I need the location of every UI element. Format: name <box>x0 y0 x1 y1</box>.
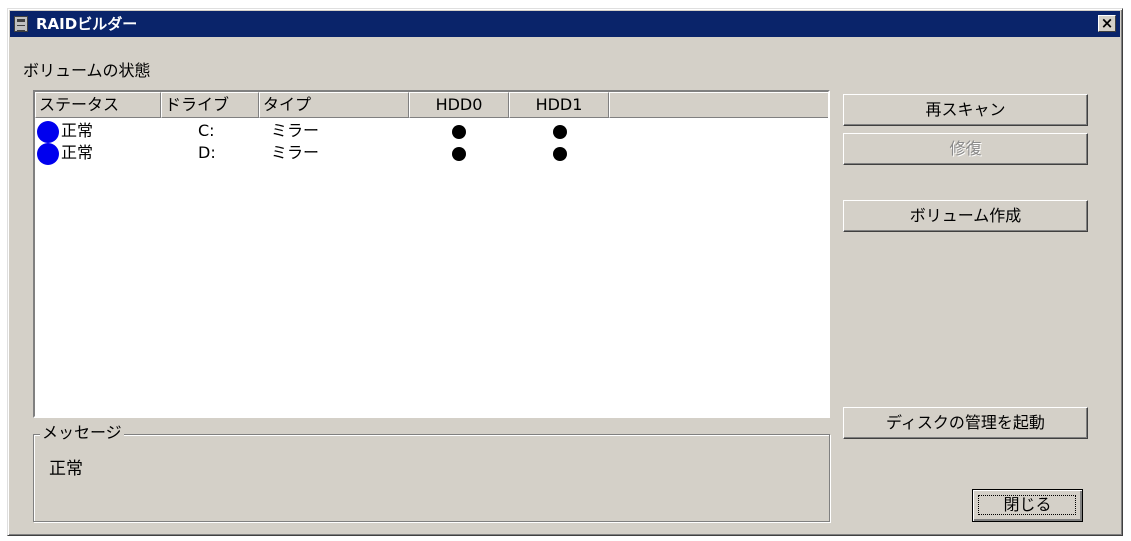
close-button-label: 閉じる <box>1003 495 1052 514</box>
launch-disk-management-button[interactable]: ディスクの管理を起動 <box>843 407 1088 439</box>
raid-builder-window: RAIDビルダー × ボリュームの状態 ステータス ドライブ タイプ HDD0 … <box>7 8 1123 536</box>
type-cell: ミラー <box>271 143 320 162</box>
close-button[interactable]: 閉じる <box>972 489 1083 522</box>
volume-list[interactable]: ステータス ドライブ タイプ HDD0 HDD1 正常 C: ミラー 正常 D:… <box>33 90 830 418</box>
status-normal-icon <box>37 121 59 143</box>
hdd1-present-icon <box>553 147 567 161</box>
repair-button[interactable]: 修復 <box>843 133 1088 165</box>
message-label: メッセージ <box>40 423 124 443</box>
create-volume-button[interactable]: ボリューム作成 <box>843 200 1088 232</box>
message-text: 正常 <box>49 459 83 479</box>
title-bar[interactable]: RAIDビルダー × <box>10 11 1120 37</box>
table-row[interactable]: 正常 D: ミラー <box>35 142 828 165</box>
column-header-filler <box>609 92 828 118</box>
message-groupbox: メッセージ 正常 <box>33 423 830 522</box>
type-cell: ミラー <box>271 121 320 140</box>
volume-status-label: ボリュームの状態 <box>23 61 151 80</box>
app-icon <box>14 16 28 32</box>
column-header-drive[interactable]: ドライブ <box>161 92 259 118</box>
status-cell: 正常 <box>61 143 94 162</box>
status-normal-icon <box>37 143 59 165</box>
column-header-hdd0[interactable]: HDD0 <box>409 92 509 118</box>
close-icon[interactable]: × <box>1098 15 1116 32</box>
column-header-status[interactable]: ステータス <box>35 92 161 118</box>
hdd0-present-icon <box>452 147 466 161</box>
hdd0-present-icon <box>452 125 466 139</box>
column-header-hdd1[interactable]: HDD1 <box>509 92 609 118</box>
list-header: ステータス ドライブ タイプ HDD0 HDD1 <box>35 92 828 118</box>
window-title: RAIDビルダー <box>36 15 138 33</box>
drive-cell: C: <box>198 121 215 140</box>
drive-cell: D: <box>198 143 216 162</box>
column-header-type[interactable]: タイプ <box>259 92 409 118</box>
status-cell: 正常 <box>61 121 94 140</box>
hdd1-present-icon <box>553 125 567 139</box>
table-row[interactable]: 正常 C: ミラー <box>35 120 828 143</box>
rescan-button[interactable]: 再スキャン <box>843 94 1088 126</box>
